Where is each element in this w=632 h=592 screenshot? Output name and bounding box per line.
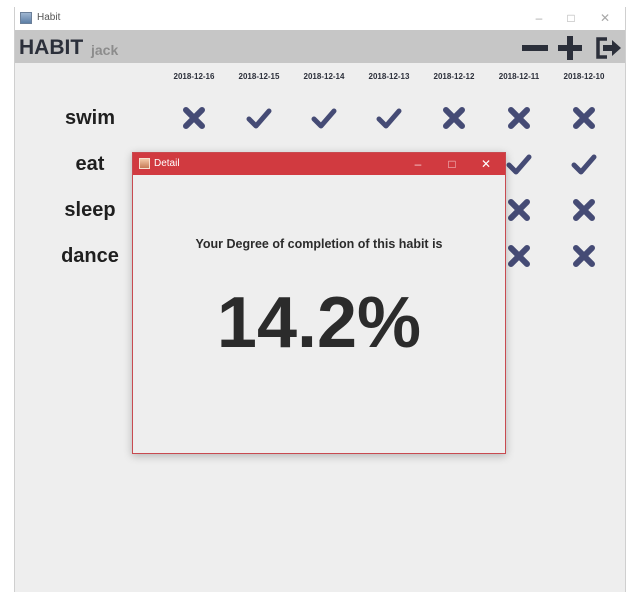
check-icon[interactable]: [309, 104, 339, 132]
completion-percent: 14.2%: [216, 283, 422, 363]
detail-dialog: Detail – □ ✕ Your Degree of completion o…: [132, 152, 506, 454]
check-icon[interactable]: [569, 150, 599, 178]
cross-icon[interactable]: [569, 104, 599, 132]
java-app-icon: [20, 12, 32, 24]
habit-name: eat: [75, 153, 105, 175]
check-icon[interactable]: [374, 104, 404, 132]
username: jack: [91, 42, 119, 58]
date-column-header: 2018-12-11: [498, 72, 540, 81]
check-icon[interactable]: [504, 150, 534, 178]
dialog-close-button[interactable]: ✕: [475, 156, 497, 172]
close-button[interactable]: ✕: [593, 10, 617, 26]
date-column-header: 2018-12-15: [238, 72, 280, 81]
logout-icon[interactable]: [593, 35, 623, 61]
date-column-header: 2018-12-14: [303, 72, 345, 81]
window-titlebar[interactable]: Habit – □ ✕: [15, 7, 625, 30]
cross-icon[interactable]: [504, 196, 534, 224]
cross-icon[interactable]: [179, 104, 209, 132]
cross-icon[interactable]: [504, 104, 534, 132]
cross-icon[interactable]: [504, 242, 534, 270]
header-bar: HABIT jack: [15, 30, 625, 63]
plus-icon[interactable]: [555, 35, 585, 61]
cross-icon[interactable]: [439, 104, 469, 132]
dialog-maximize-button[interactable]: □: [441, 156, 463, 172]
habit-name: dance: [61, 245, 119, 267]
habit-name: swim: [64, 107, 116, 129]
check-icon[interactable]: [244, 104, 274, 132]
java-app-icon: [139, 158, 150, 169]
window-title: Habit: [37, 12, 61, 23]
cross-icon[interactable]: [569, 242, 599, 270]
habit-name: sleep: [64, 199, 116, 221]
dialog-titlebar[interactable]: Detail – □ ✕: [133, 153, 505, 175]
cross-icon[interactable]: [569, 196, 599, 224]
date-column-header: 2018-12-13: [368, 72, 410, 81]
minus-icon[interactable]: [519, 35, 549, 59]
date-column-header: 2018-12-10: [563, 72, 605, 81]
dialog-minimize-button[interactable]: –: [407, 156, 429, 172]
app-brand: HABIT: [19, 36, 84, 59]
date-column-header: 2018-12-16: [173, 72, 215, 81]
date-column-header: 2018-12-12: [433, 72, 475, 81]
dialog-title: Detail: [154, 158, 180, 169]
completion-message: Your Degree of completion of this habit …: [195, 237, 443, 251]
minimize-button[interactable]: –: [527, 10, 551, 26]
maximize-button[interactable]: □: [559, 10, 583, 26]
